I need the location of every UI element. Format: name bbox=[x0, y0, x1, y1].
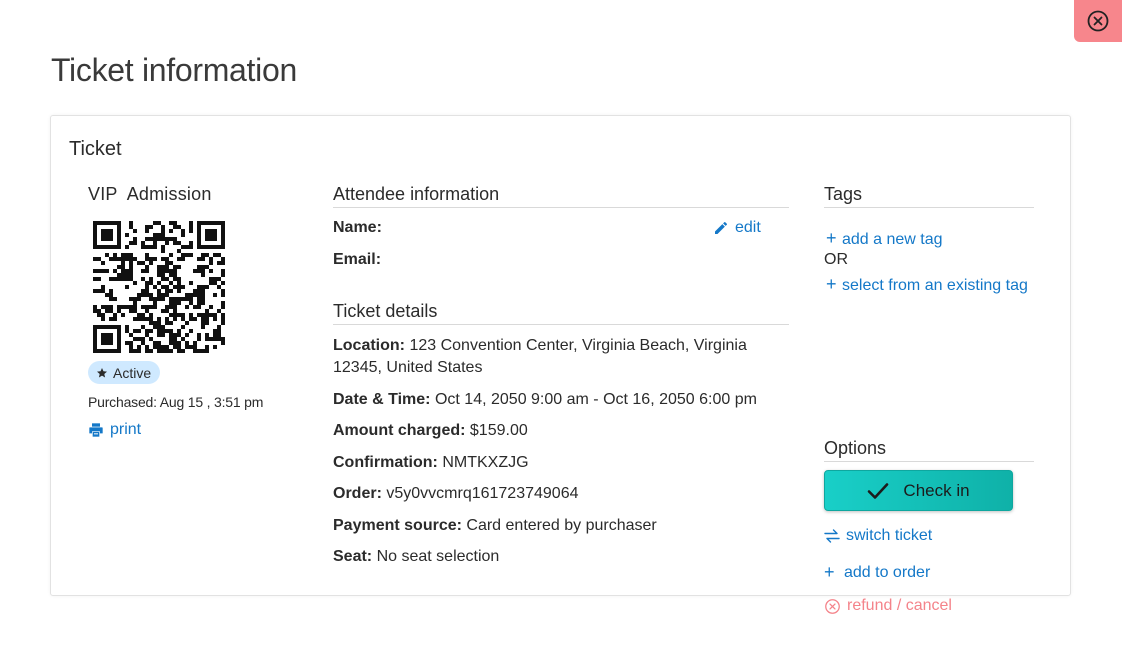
attendee-heading: Attendee information bbox=[333, 184, 789, 208]
plus-icon: + bbox=[826, 274, 837, 294]
tags-heading: Tags bbox=[824, 184, 1034, 208]
status-badge: Active bbox=[88, 361, 161, 384]
detail-order: Order: v5y0vvcmrq161723749064 bbox=[333, 483, 783, 505]
detail-seat: Seat: No seat selection bbox=[333, 546, 783, 568]
attendee-details: Attendee information Name: Email: edit T… bbox=[333, 184, 789, 565]
card-title: Ticket bbox=[69, 138, 122, 160]
edit-attendee-link[interactable]: edit bbox=[713, 219, 761, 237]
ticket-card: Ticket VIP Admission Active Purchased: A… bbox=[50, 115, 1071, 614]
switch-ticket-link[interactable]: switch ticket bbox=[824, 527, 932, 545]
check-in-label: Check in bbox=[903, 480, 970, 500]
qr-pattern bbox=[93, 221, 225, 353]
order-value: v5y0vvcmrq161723749064 bbox=[386, 485, 579, 502]
options-heading: Options bbox=[824, 438, 1034, 462]
amount-value: $159.00 bbox=[469, 422, 528, 439]
switch-ticket-label: switch ticket bbox=[846, 527, 933, 544]
tags-options: Tags + add a new tag OR + select from an e… bbox=[824, 184, 1034, 614]
printer-icon bbox=[89, 423, 103, 437]
select-existing-tag-label: select from an existing tag bbox=[842, 277, 1028, 294]
pencil-icon bbox=[715, 221, 728, 234]
page-title: Ticket information bbox=[51, 52, 297, 88]
detail-confirmation: Confirmation: NMTKXZJG bbox=[333, 452, 783, 474]
detail-amount: Amount charged: $159.00 bbox=[333, 420, 783, 442]
close-button[interactable] bbox=[1074, 0, 1122, 42]
add-new-tag-link[interactable]: + add a new tag bbox=[826, 228, 943, 249]
plus-icon: + bbox=[826, 228, 837, 248]
datetime-label: Date & Time: bbox=[333, 391, 431, 408]
name-label: Name: bbox=[333, 219, 382, 236]
or-separator: OR bbox=[824, 251, 848, 268]
add-to-order-label: add to order bbox=[844, 563, 931, 581]
add-new-tag-label: add a new tag bbox=[842, 231, 943, 248]
edit-label: edit bbox=[735, 219, 761, 236]
qr-code bbox=[93, 221, 225, 353]
seat-value: No seat selection bbox=[376, 548, 500, 565]
add-to-order-link[interactable]: + add to order bbox=[824, 562, 930, 583]
refund-cancel-link[interactable]: refund / cancel bbox=[824, 597, 952, 615]
refund-cancel-label: refund / cancel bbox=[847, 597, 952, 614]
plus-icon: + bbox=[824, 562, 835, 582]
status-label: Active bbox=[113, 364, 152, 381]
ticket-summary: VIP Admission Active Purchased: Aug 15 ,… bbox=[88, 184, 288, 438]
location-label: Location: bbox=[333, 337, 405, 354]
ticket-type: VIP Admission bbox=[88, 184, 212, 204]
cancel-circle-icon bbox=[825, 598, 840, 614]
check-in-button[interactable]: Check in bbox=[824, 470, 1013, 511]
detail-payment: Payment source: Card entered by purchase… bbox=[333, 515, 783, 537]
swap-arrows-icon bbox=[824, 529, 840, 543]
order-label: Order: bbox=[333, 485, 382, 502]
amount-label: Amount charged: bbox=[333, 422, 466, 439]
close-circle-icon bbox=[1087, 10, 1109, 32]
detail-datetime: Date & Time: Oct 14, 2050 9:00 am - Oct … bbox=[333, 389, 783, 411]
confirmation-label: Confirmation: bbox=[333, 454, 438, 471]
details-heading: Ticket details bbox=[333, 301, 789, 325]
payment-label: Payment source: bbox=[333, 517, 462, 534]
select-existing-tag-link[interactable]: + select from an existing tag bbox=[824, 273, 1034, 297]
print-link[interactable]: print bbox=[88, 421, 141, 439]
datetime-value: Oct 14, 2050 9:00 am - Oct 16, 2050 6:00… bbox=[434, 391, 757, 408]
seat-label: Seat: bbox=[333, 548, 373, 565]
checkmark-icon bbox=[868, 482, 889, 499]
detail-location: Location: 123 Convention Center, Virgini… bbox=[333, 335, 783, 379]
purchased-date: Purchased: Aug 15 , 3:51 pm bbox=[88, 394, 264, 410]
star-icon bbox=[97, 367, 107, 377]
print-label: print bbox=[110, 421, 142, 438]
email-label: Email: bbox=[333, 251, 382, 268]
payment-value: Card entered by purchaser bbox=[466, 517, 657, 534]
confirmation-value: NMTKXZJG bbox=[442, 454, 529, 471]
